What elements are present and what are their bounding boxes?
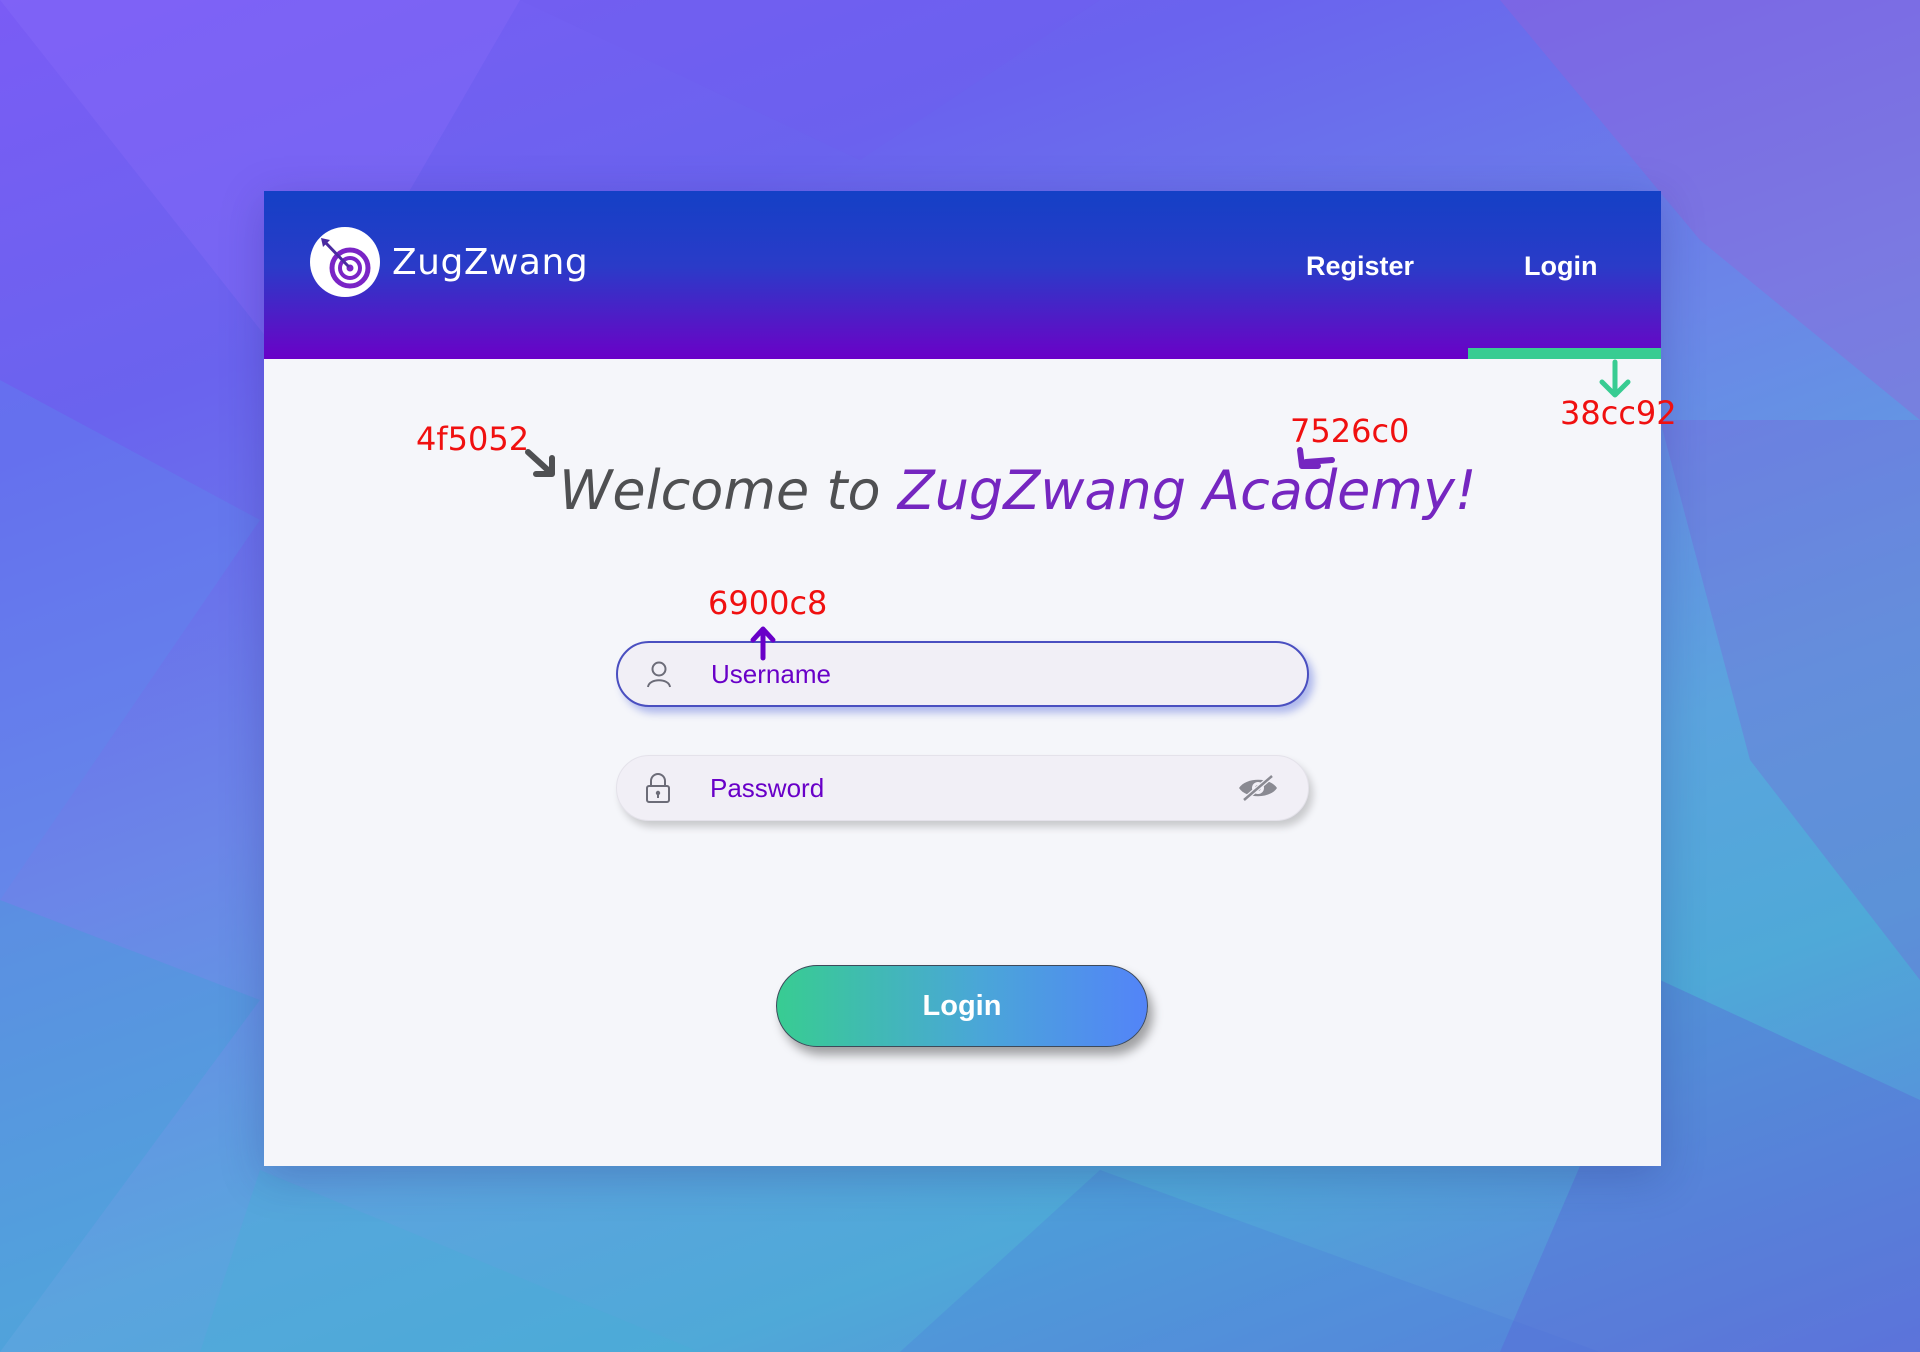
annotation-input-color: 6900c8 — [708, 584, 828, 622]
app-window: ZugZwang Register Login Welcome to ZugZw… — [264, 191, 1661, 1166]
nav-login-link[interactable]: Login — [1524, 251, 1597, 282]
password-field[interactable]: Password — [616, 755, 1309, 821]
nav-register-link[interactable]: Register — [1306, 251, 1414, 282]
page-title: Welcome to ZugZwang Academy! — [559, 459, 1477, 522]
target-arrow-icon — [310, 227, 380, 297]
annotation-arrow-accent — [1297, 447, 1335, 469]
welcome-prefix: Welcome to — [559, 459, 898, 522]
welcome-accent: ZugZwang Academy! — [897, 459, 1477, 522]
annotation-arrow-heading — [525, 449, 555, 477]
username-field[interactable]: Username — [616, 641, 1309, 707]
annotation-arrow-input — [750, 626, 776, 661]
eye-off-icon[interactable] — [1236, 771, 1280, 805]
user-icon — [642, 657, 676, 691]
annotation-heading-color: 4f5052 — [416, 420, 530, 458]
brand-name: ZugZwang — [392, 241, 589, 283]
lock-icon — [641, 771, 675, 805]
brand-logo[interactable]: ZugZwang — [310, 227, 588, 297]
password-placeholder: Password — [710, 772, 825, 803]
top-nav-bar: ZugZwang Register Login — [264, 191, 1661, 359]
annotation-accent-color: 7526c0 — [1290, 412, 1410, 450]
login-button[interactable]: Login — [776, 965, 1148, 1047]
annotation-underline-color: 38cc92 — [1560, 394, 1677, 432]
username-placeholder: Username — [711, 658, 831, 689]
